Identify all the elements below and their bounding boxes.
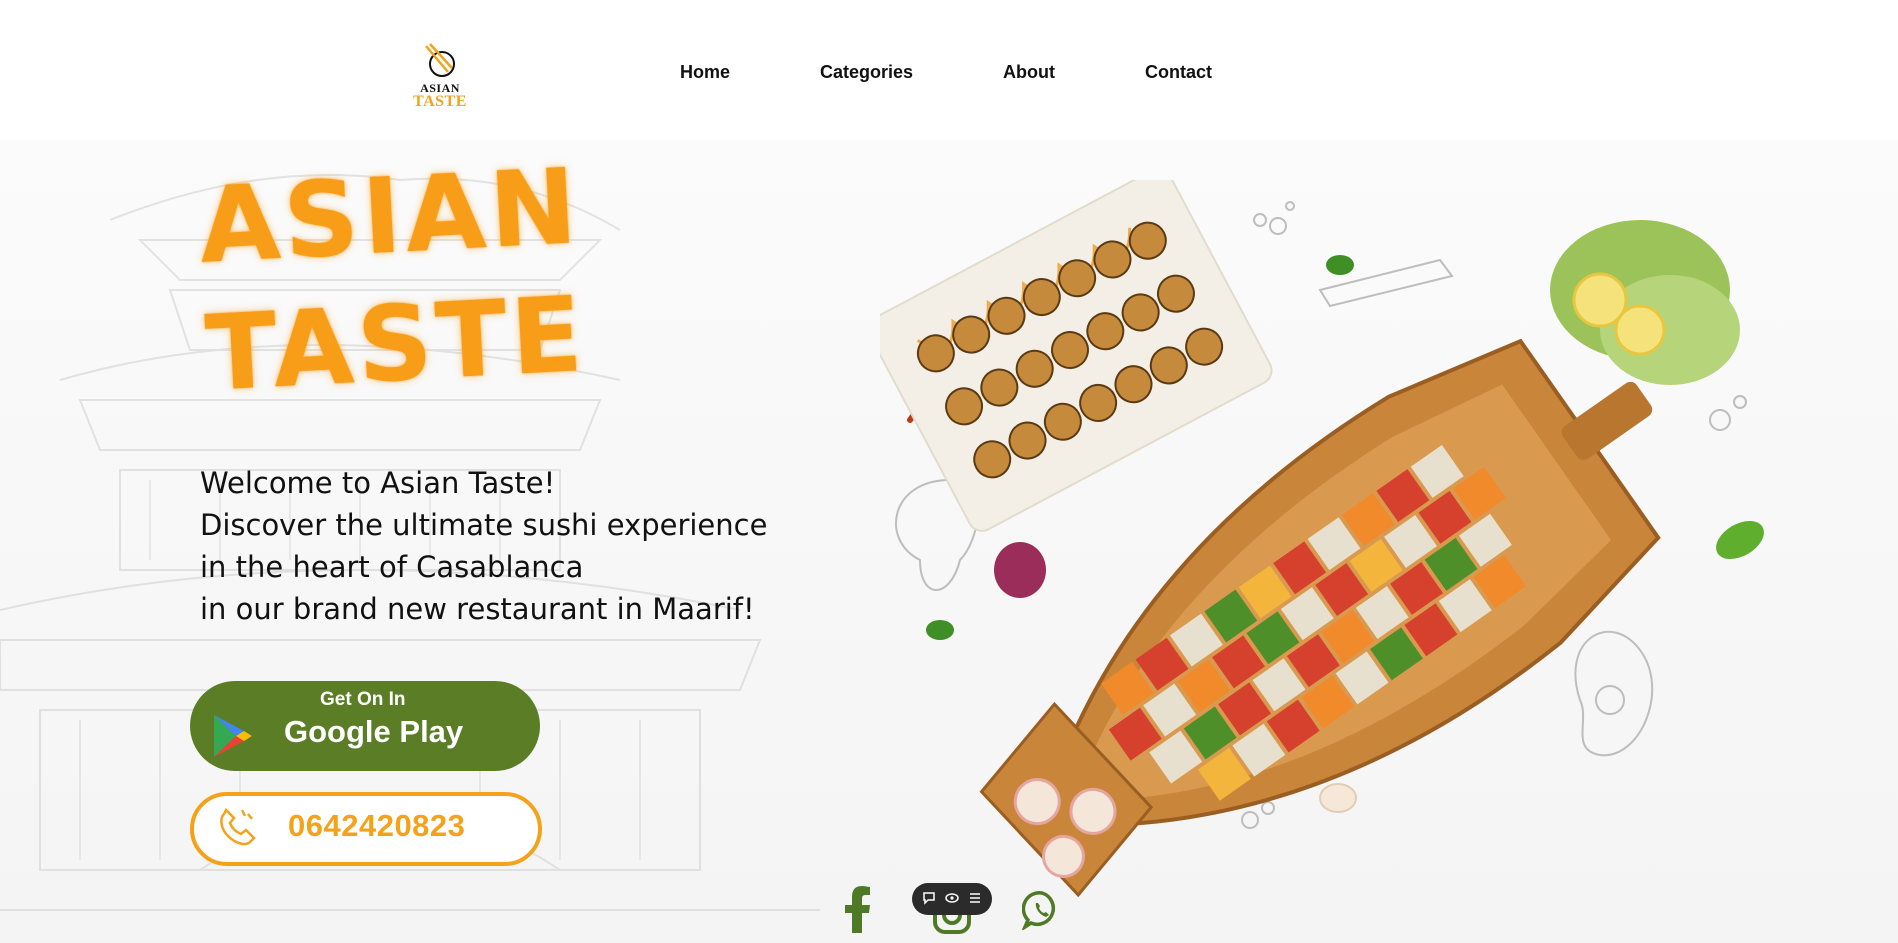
chopsticks-bowl-icon [425,43,455,77]
hero-brand-title: ASIAN TASTE [196,142,591,418]
welcome-line: Welcome to Asian Taste! [200,466,556,500]
nav-categories[interactable]: Categories [820,62,913,83]
phone-call-button[interactable]: 0642420823 [190,792,542,866]
google-play-caption: Get On In [320,689,406,710]
facebook-icon[interactable] [840,885,876,933]
welcome-line: Discover the ultimate sushi experience [200,508,768,542]
site-logo[interactable]: ASIAN TASTE [408,42,472,112]
nav-contact[interactable]: Contact [1145,62,1212,83]
welcome-text: Welcome to Asian Taste! Discover the ult… [200,462,767,630]
phone-icon [220,807,256,846]
menu-icon[interactable] [968,891,982,905]
nav-about[interactable]: About [1003,62,1055,83]
welcome-line: in the heart of Casablanca [200,550,584,584]
phone-number: 0642420823 [288,808,466,843]
eye-icon[interactable] [945,891,959,905]
logo-text-line2: TASTE [413,93,467,110]
google-play-button[interactable]: Get On In Google Play [190,681,540,771]
whatsapp-icon[interactable] [1022,890,1062,930]
google-play-label: Google Play [284,714,464,749]
welcome-line: in our brand new restaurant in Maarif! [200,592,755,626]
site-header: ASIAN TASTE Home Categories About Contac… [0,0,1898,140]
comment-icon[interactable] [922,891,936,905]
floating-toolbar [912,883,992,915]
nav-home[interactable]: Home [680,62,730,83]
google-play-icon [214,715,252,757]
brand-line2: TASTE [202,272,589,415]
sushi-boat-illustration [880,180,1764,898]
brand-line1: ASIAN [196,145,584,287]
